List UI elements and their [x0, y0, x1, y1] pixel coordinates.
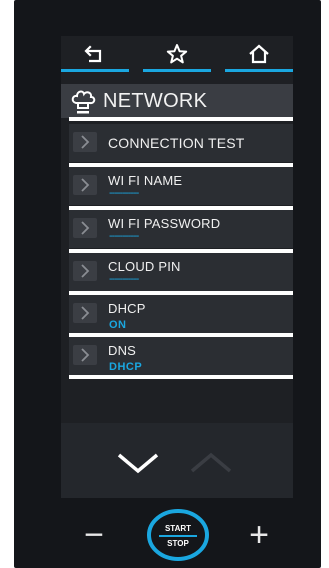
chevron-up-icon: [190, 452, 232, 473]
menu-item-label: CONNECTION TEST: [108, 135, 245, 151]
chevron-right-icon: [73, 132, 97, 152]
scroll-down-button[interactable]: [116, 447, 160, 477]
chevron-down-icon: [117, 453, 159, 474]
menu-item-label: WI FI PASSWORD: [108, 216, 221, 231]
divider: [69, 375, 293, 379]
chevron-right-icon: [73, 261, 97, 281]
menu-item-dns[interactable]: DNS DHCP: [69, 337, 293, 375]
header-divider: [69, 117, 293, 121]
page-title: NETWORK: [103, 89, 208, 112]
minus-button[interactable]: −: [74, 515, 114, 555]
home-button[interactable]: [225, 36, 293, 72]
menu-item-wifi-name[interactable]: WI FI NAME -----------: [69, 167, 293, 205]
menu-item-label: CLOUD PIN: [108, 259, 181, 274]
chef-hat-icon: [69, 87, 97, 115]
start-stop-button[interactable]: START STOP: [145, 508, 211, 562]
menu-item-value: DHCP: [109, 361, 143, 373]
star-icon: [166, 44, 188, 64]
section-header: NETWORK: [61, 84, 293, 118]
plus-label: +: [249, 515, 269, 554]
menu-item-value: ON: [109, 319, 127, 331]
menu-item-label: DHCP: [108, 301, 146, 316]
stop-label: STOP: [167, 539, 189, 548]
home-underline: [225, 69, 293, 72]
back-arrow-icon: [84, 45, 102, 63]
top-navigation: [61, 36, 293, 74]
menu-item-label: WI FI NAME: [108, 173, 183, 188]
back-button[interactable]: [61, 36, 129, 72]
menu-item-value: -----------: [109, 230, 139, 242]
menu-item-value: -----------: [109, 187, 139, 199]
menu-item-dhcp[interactable]: DHCP ON: [69, 295, 293, 333]
chevron-right-icon: [73, 218, 97, 238]
back-underline: [61, 69, 129, 72]
favorites-underline: [143, 69, 211, 72]
chevron-right-icon: [73, 303, 97, 323]
menu-item-wifi-password[interactable]: WI FI PASSWORD -----------: [69, 210, 293, 248]
menu-item-cloud-pin[interactable]: CLOUD PIN -----------: [69, 253, 293, 291]
menu-item-value: -----------: [109, 273, 139, 285]
chevron-right-icon: [73, 175, 97, 195]
scroll-up-button[interactable]: [189, 447, 233, 477]
plus-button[interactable]: +: [239, 515, 279, 555]
start-label: START: [165, 524, 191, 533]
menu-item-label: DNS: [108, 343, 137, 358]
menu-item-connection-test[interactable]: CONNECTION TEST: [69, 124, 293, 162]
minus-label: −: [84, 515, 104, 554]
scroll-area: [61, 423, 293, 498]
home-icon: [249, 44, 269, 64]
favorites-button[interactable]: [143, 36, 211, 72]
chevron-right-icon: [73, 345, 97, 365]
